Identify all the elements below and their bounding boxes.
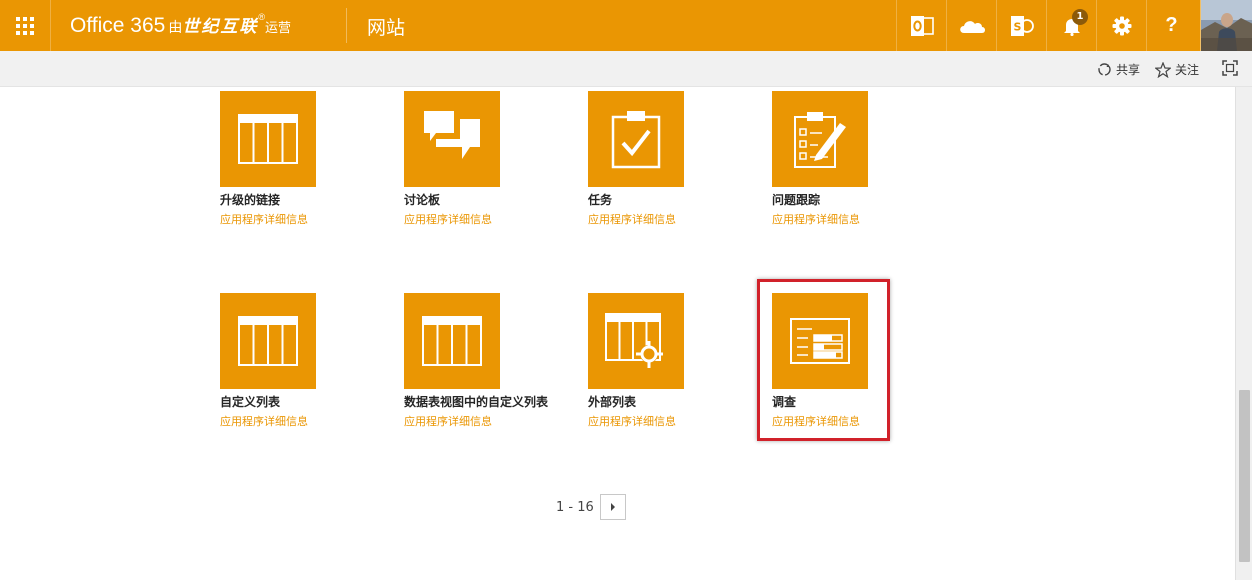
app-tile-icon[interactable] <box>404 293 500 389</box>
app-details-link[interactable]: 应用程序详细信息 <box>772 211 872 227</box>
outlook-button[interactable] <box>896 0 946 51</box>
fullscreen-icon <box>1222 60 1238 76</box>
avatar[interactable] <box>1200 0 1252 51</box>
follow-button[interactable]: 关注 <box>1155 61 1199 78</box>
list-table-icon <box>238 114 298 164</box>
app-tile-name[interactable]: 升级的链接 <box>220 191 320 208</box>
app-details-link[interactable]: 应用程序详细信息 <box>220 413 320 429</box>
app-tile-name[interactable]: 问题跟踪 <box>772 191 872 208</box>
external-list-icon <box>605 313 663 368</box>
app-tile-icon[interactable] <box>404 91 500 187</box>
scrollbar-thumb[interactable] <box>1239 390 1250 562</box>
pager: 1 - 16 <box>556 494 626 520</box>
sharepoint-icon: S <box>1010 15 1034 36</box>
follow-label: 关注 <box>1175 63 1200 77</box>
app-name: Office 365 <box>70 14 166 37</box>
app-details-link[interactable]: 应用程序详细信息 <box>588 413 688 429</box>
notification-badge: 1 <box>1072 9 1088 25</box>
share-button[interactable]: 共享 <box>1097 61 1140 78</box>
focus-content-button[interactable] <box>1222 60 1242 76</box>
app-tile: 讨论板 应用程序详细信息 <box>404 91 504 227</box>
app-tile-icon[interactable] <box>220 91 316 187</box>
partner-name: 世纪互联 <box>182 17 259 36</box>
app-tile-name[interactable]: 外部列表 <box>588 393 688 410</box>
suite-bar: Office 365 由世纪互联®运营 网站 S 1 ? <box>0 0 1252 51</box>
app-details-link[interactable]: 应用程序详细信息 <box>588 211 688 227</box>
by-label: 由 <box>168 19 183 35</box>
app-tile-icon[interactable] <box>588 293 684 389</box>
command-bar: 共享 关注 <box>0 51 1252 87</box>
app-details-link[interactable]: 应用程序详细信息 <box>404 413 504 429</box>
app-details-link[interactable]: 应用程序详细信息 <box>404 211 504 227</box>
app-tile-name[interactable]: 任务 <box>588 191 688 208</box>
app-tile: 自定义列表 应用程序详细信息 <box>220 293 320 429</box>
app-tile-name[interactable]: 讨论板 <box>404 191 504 208</box>
pager-range: 1 - 16 <box>556 499 594 515</box>
highlight-box <box>757 279 890 441</box>
svg-text:S: S <box>1013 20 1021 33</box>
task-clipboard-icon <box>611 111 661 169</box>
operated-label: 运营 <box>264 20 291 35</box>
sharepoint-button[interactable]: S <box>996 0 1046 51</box>
onedrive-icon <box>959 20 985 33</box>
app-tile: 任务 应用程序详细信息 <box>588 91 688 227</box>
user-photo-icon <box>1201 0 1252 51</box>
issue-tracking-icon <box>794 112 846 168</box>
title-divider <box>346 8 347 43</box>
app-tile: 外部列表 应用程序详细信息 <box>588 293 688 429</box>
app-tile-icon[interactable] <box>588 91 684 187</box>
list-table-icon <box>238 316 298 366</box>
app-tile-name[interactable]: 自定义列表 <box>220 393 320 410</box>
app-details-link[interactable]: 应用程序详细信息 <box>220 211 320 227</box>
waffle-icon <box>16 16 34 35</box>
next-page-button[interactable] <box>599 494 626 520</box>
site-title[interactable]: 网站 <box>367 13 405 40</box>
help-icon: ? <box>1165 14 1178 36</box>
app-tile-name[interactable]: 数据表视图中的自定义列表 <box>404 393 548 410</box>
chevron-right-icon <box>610 503 615 511</box>
brand-logo[interactable]: Office 365 由世纪互联®运营 <box>70 12 291 38</box>
list-table-icon <box>422 316 482 366</box>
outlook-icon <box>910 15 934 36</box>
star-icon <box>1155 61 1171 78</box>
partner-mark: ® <box>258 12 265 22</box>
suite-bar-icons: S 1 ? <box>896 0 1196 51</box>
share-icon <box>1098 63 1111 76</box>
onedrive-button[interactable] <box>946 0 996 51</box>
app-launcher-button[interactable] <box>0 0 51 51</box>
help-button[interactable]: ? <box>1146 0 1196 51</box>
vertical-scrollbar[interactable] <box>1235 87 1252 580</box>
app-tile: 升级的链接 应用程序详细信息 <box>220 91 320 227</box>
app-tile: 问题跟踪 应用程序详细信息 <box>772 91 872 227</box>
discussion-icon <box>424 111 480 159</box>
app-tile-icon[interactable] <box>220 293 316 389</box>
notifications-button[interactable]: 1 <box>1046 0 1096 51</box>
gear-icon <box>1112 16 1131 35</box>
app-tile: 数据表视图中的自定义列表 应用程序详细信息 <box>404 293 548 429</box>
app-tile-icon[interactable] <box>772 91 868 187</box>
settings-button[interactable] <box>1096 0 1146 51</box>
share-label: 共享 <box>1116 63 1141 77</box>
